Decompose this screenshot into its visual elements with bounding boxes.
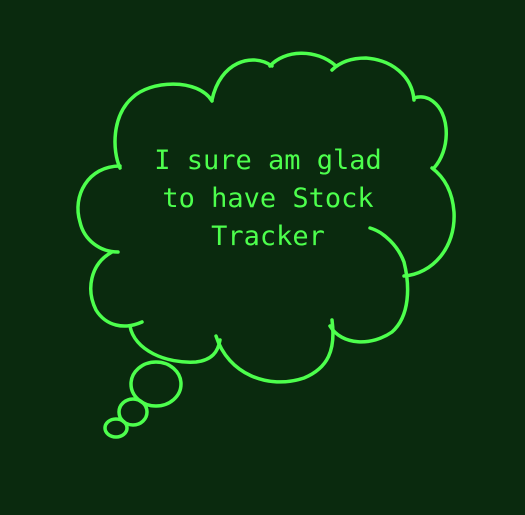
- cloud-arc-2: [76, 164, 122, 254]
- thought-text: I sure am glad to have Stock Tracker: [118, 142, 418, 256]
- thought-circle-small: [103, 417, 129, 439]
- thought-cloud-icon: [76, 51, 456, 439]
- thought-line-2: to have Stock: [162, 183, 374, 214]
- thought-line-1: I sure am glad: [154, 145, 382, 176]
- cloud-arc-5: [214, 318, 335, 384]
- thought-line-3: Tracker: [211, 221, 325, 252]
- cloud-arc-8: [412, 95, 448, 170]
- cloud-arc-9: [330, 56, 416, 102]
- cloud-arc-3: [89, 250, 144, 328]
- thought-bubble-scene: I sure am glad to have Stock Tracker: [0, 0, 525, 515]
